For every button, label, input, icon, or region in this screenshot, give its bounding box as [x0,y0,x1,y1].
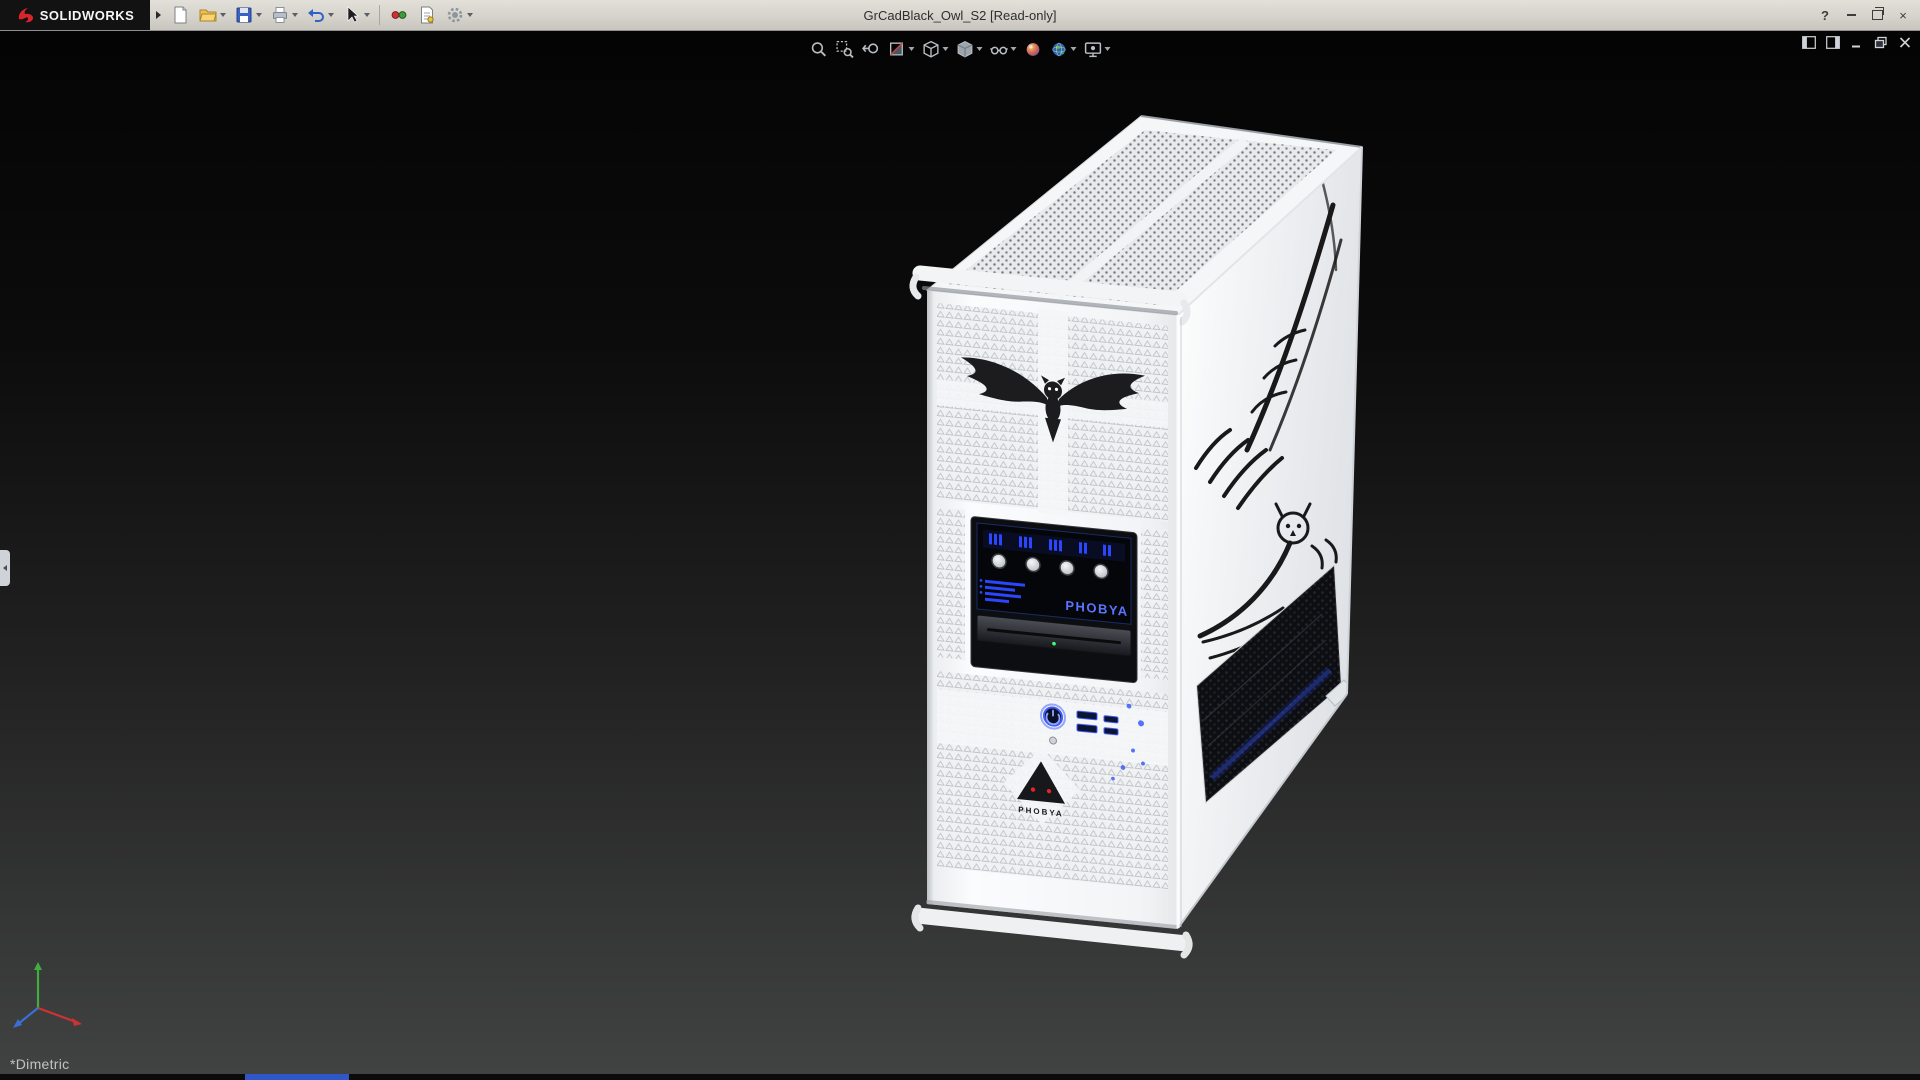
view-orientation-dropdown-arrow[interactable] [943,47,949,51]
apply-scene-button[interactable] [1048,36,1079,62]
pane-right-button[interactable] [1824,34,1842,50]
lcd-fan-controller: PHOBYA [971,516,1137,683]
document-title: GrCadBlack_Owl_S2 [Read-only] [864,8,1057,23]
taskbar-strip-accent [245,1074,349,1080]
options-gear-icon [445,5,465,25]
display-style-button[interactable] [954,36,985,62]
print-icon [270,5,290,25]
new-document-icon [170,5,190,25]
doc-minimize-icon [1850,36,1864,49]
zoom-to-fit-icon [810,40,829,59]
heads-up-view-toolbar [808,36,1113,62]
edit-appearance-button[interactable] [1022,36,1045,62]
select-dropdown-arrow[interactable] [364,13,370,17]
document-window-controls [1800,34,1914,50]
featuremanager-collapsed-tab[interactable] [0,550,10,586]
view-orientation-icon [922,40,941,59]
minimize-icon [1847,14,1856,16]
toolbar-separator [379,5,380,25]
view-orientation-button[interactable] [920,36,951,62]
undo-icon [306,5,326,25]
model-canvas[interactable]: PHOBYA [0,30,1920,1074]
doc-close-icon [1898,36,1912,49]
restore-button[interactable] [1866,5,1888,25]
hide-show-dropdown-arrow[interactable] [1011,47,1017,51]
zoom-to-area-icon [836,40,855,59]
apply-scene-dropdown-arrow[interactable] [1071,47,1077,51]
display-style-icon [956,40,975,59]
save-button[interactable] [231,1,265,29]
reset-button[interactable] [1050,737,1057,745]
solidworks-logo: SOLIDWORKS [0,0,150,30]
view-settings-icon [1084,40,1103,59]
zoom-to-area-button[interactable] [834,36,857,62]
solidworks-window: SOLIDWORKS [0,0,1920,1080]
options-button[interactable] [442,1,476,29]
select-button[interactable] [339,1,373,29]
section-view-icon [888,40,907,59]
select-cursor-icon [342,5,362,25]
window-titlebar: SOLIDWORKS [0,0,1920,31]
display-style-dropdown-arrow[interactable] [977,47,983,51]
quick-access-toolbar [167,1,476,29]
help-button[interactable]: ? [1814,5,1836,25]
rebuild-icon [389,5,409,25]
new-document-button[interactable] [167,1,193,29]
brand-text: SOLIDWORKS [40,8,135,23]
doc-restore-icon [1874,36,1888,49]
options-dropdown-arrow[interactable] [467,13,473,17]
restore-icon [1872,10,1883,20]
pane-right-icon [1826,36,1840,49]
pane-left-icon [1802,36,1816,49]
view-settings-button[interactable] [1082,36,1113,62]
file-properties-button[interactable] [414,1,440,29]
print-dropdown-arrow[interactable] [292,13,298,17]
save-dropdown-arrow[interactable] [256,13,262,17]
section-view-dropdown-arrow[interactable] [909,47,915,51]
file-properties-icon [417,5,437,25]
window-controls: ? × [1814,5,1920,25]
print-button[interactable] [267,1,301,29]
graphics-viewport[interactable]: PHOBYA [0,30,1920,1074]
solidworks-logo-icon [16,6,36,24]
doc-restore-button[interactable] [1872,34,1890,50]
doc-close-button[interactable] [1896,34,1914,50]
menu-flyout-arrow[interactable] [156,11,161,19]
reference-triad [10,956,100,1036]
open-button[interactable] [195,1,229,29]
section-view-button[interactable] [886,36,917,62]
open-folder-icon [198,5,218,25]
hide-show-items-button[interactable] [988,36,1019,62]
taskbar-strip[interactable] [0,1074,1920,1080]
minimize-button[interactable] [1840,5,1862,25]
view-orientation-label: *Dimetric [10,1056,69,1072]
undo-button[interactable] [303,1,337,29]
previous-view-icon [862,40,881,59]
apply-scene-icon [1050,40,1069,59]
rebuild-button[interactable] [386,1,412,29]
edit-appearance-icon [1024,40,1043,59]
view-settings-dropdown-arrow[interactable] [1105,47,1111,51]
zoom-to-fit-button[interactable] [808,36,831,62]
open-dropdown-arrow[interactable] [220,13,226,17]
expand-pane-arrow-icon [3,565,7,571]
save-icon [234,5,254,25]
close-button[interactable]: × [1892,5,1914,25]
hide-show-items-icon [990,40,1009,59]
pane-left-button[interactable] [1800,34,1818,50]
previous-view-button[interactable] [860,36,883,62]
undo-dropdown-arrow[interactable] [328,13,334,17]
model-front-panel: PHOBYA [927,290,1178,929]
doc-minimize-button[interactable] [1848,34,1866,50]
